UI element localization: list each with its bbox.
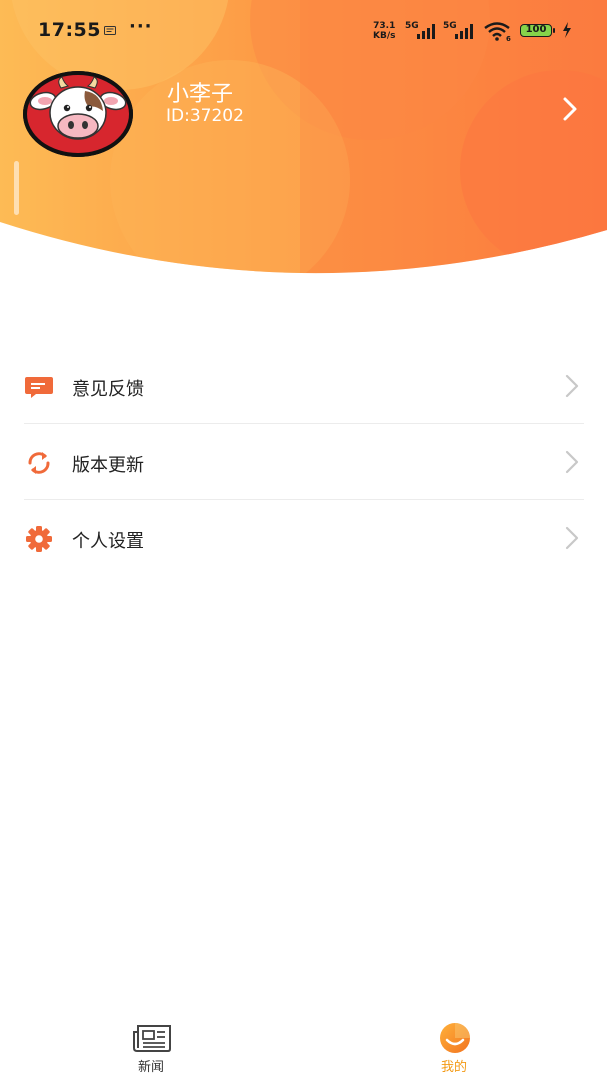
signal-label: 5G [443, 21, 457, 31]
feedback-icon [25, 377, 53, 398]
scroll-indicator [14, 161, 19, 215]
smile-icon [440, 1023, 470, 1053]
battery-icon: 100 [520, 24, 556, 39]
cow-avatar-icon [23, 71, 133, 157]
profile-chevron-right-icon[interactable] [556, 94, 586, 124]
tab-label: 新闻 [137, 1060, 164, 1075]
signal-label: 5G [405, 21, 419, 31]
menu-item-label: 版本更新 [72, 455, 144, 476]
wifi-badge: 6 [506, 35, 511, 42]
menu-item-version-update[interactable]: 版本更新 [24, 424, 584, 500]
bottom-tab-bar: 新闻 我的 [0, 1012, 607, 1080]
wifi-icon: 6 [484, 22, 512, 43]
chevron-right-icon [565, 374, 579, 398]
profile-header: 17:55 ··· 73.1 KB/s 5G 5G 6 100 小李子 ID:3… [0, 0, 607, 290]
status-time: 17:55 [38, 19, 101, 41]
network-speed: 73.1 KB/s [373, 21, 395, 41]
menu-item-label: 个人设置 [72, 531, 144, 552]
menu-item-personal-settings[interactable]: 个人设置 [24, 500, 584, 576]
chevron-right-icon [565, 450, 579, 474]
chevron-right-icon [565, 526, 579, 550]
message-notification-icon [104, 26, 116, 35]
menu-item-feedback[interactable]: 意见反馈 [24, 348, 584, 424]
more-notifications-icon: ··· [129, 16, 153, 37]
tab-news[interactable]: 新闻 [91, 1012, 211, 1080]
settings-menu: 意见反馈 版本更新 个人设置 [24, 348, 584, 576]
refresh-icon [28, 452, 50, 474]
status-bar: 17:55 ··· 73.1 KB/s 5G 5G 6 100 [0, 0, 607, 62]
charging-icon [563, 22, 571, 38]
network-speed-unit: KB/s [373, 31, 396, 41]
network-speed-value: 73.1 [373, 21, 396, 31]
signal-5g-1-icon: 5G [405, 21, 439, 40]
user-name: 小李子 [167, 82, 234, 107]
menu-item-label: 意见反馈 [72, 379, 144, 400]
newspaper-icon [133, 1025, 171, 1052]
avatar[interactable] [23, 71, 133, 157]
signal-5g-2-icon: 5G [443, 21, 477, 40]
battery-level: 100 [520, 24, 552, 37]
tab-label: 我的 [440, 1060, 467, 1075]
tab-mine[interactable]: 我的 [394, 1012, 514, 1080]
user-id: ID:37202 [166, 106, 244, 126]
gear-icon [26, 526, 52, 552]
